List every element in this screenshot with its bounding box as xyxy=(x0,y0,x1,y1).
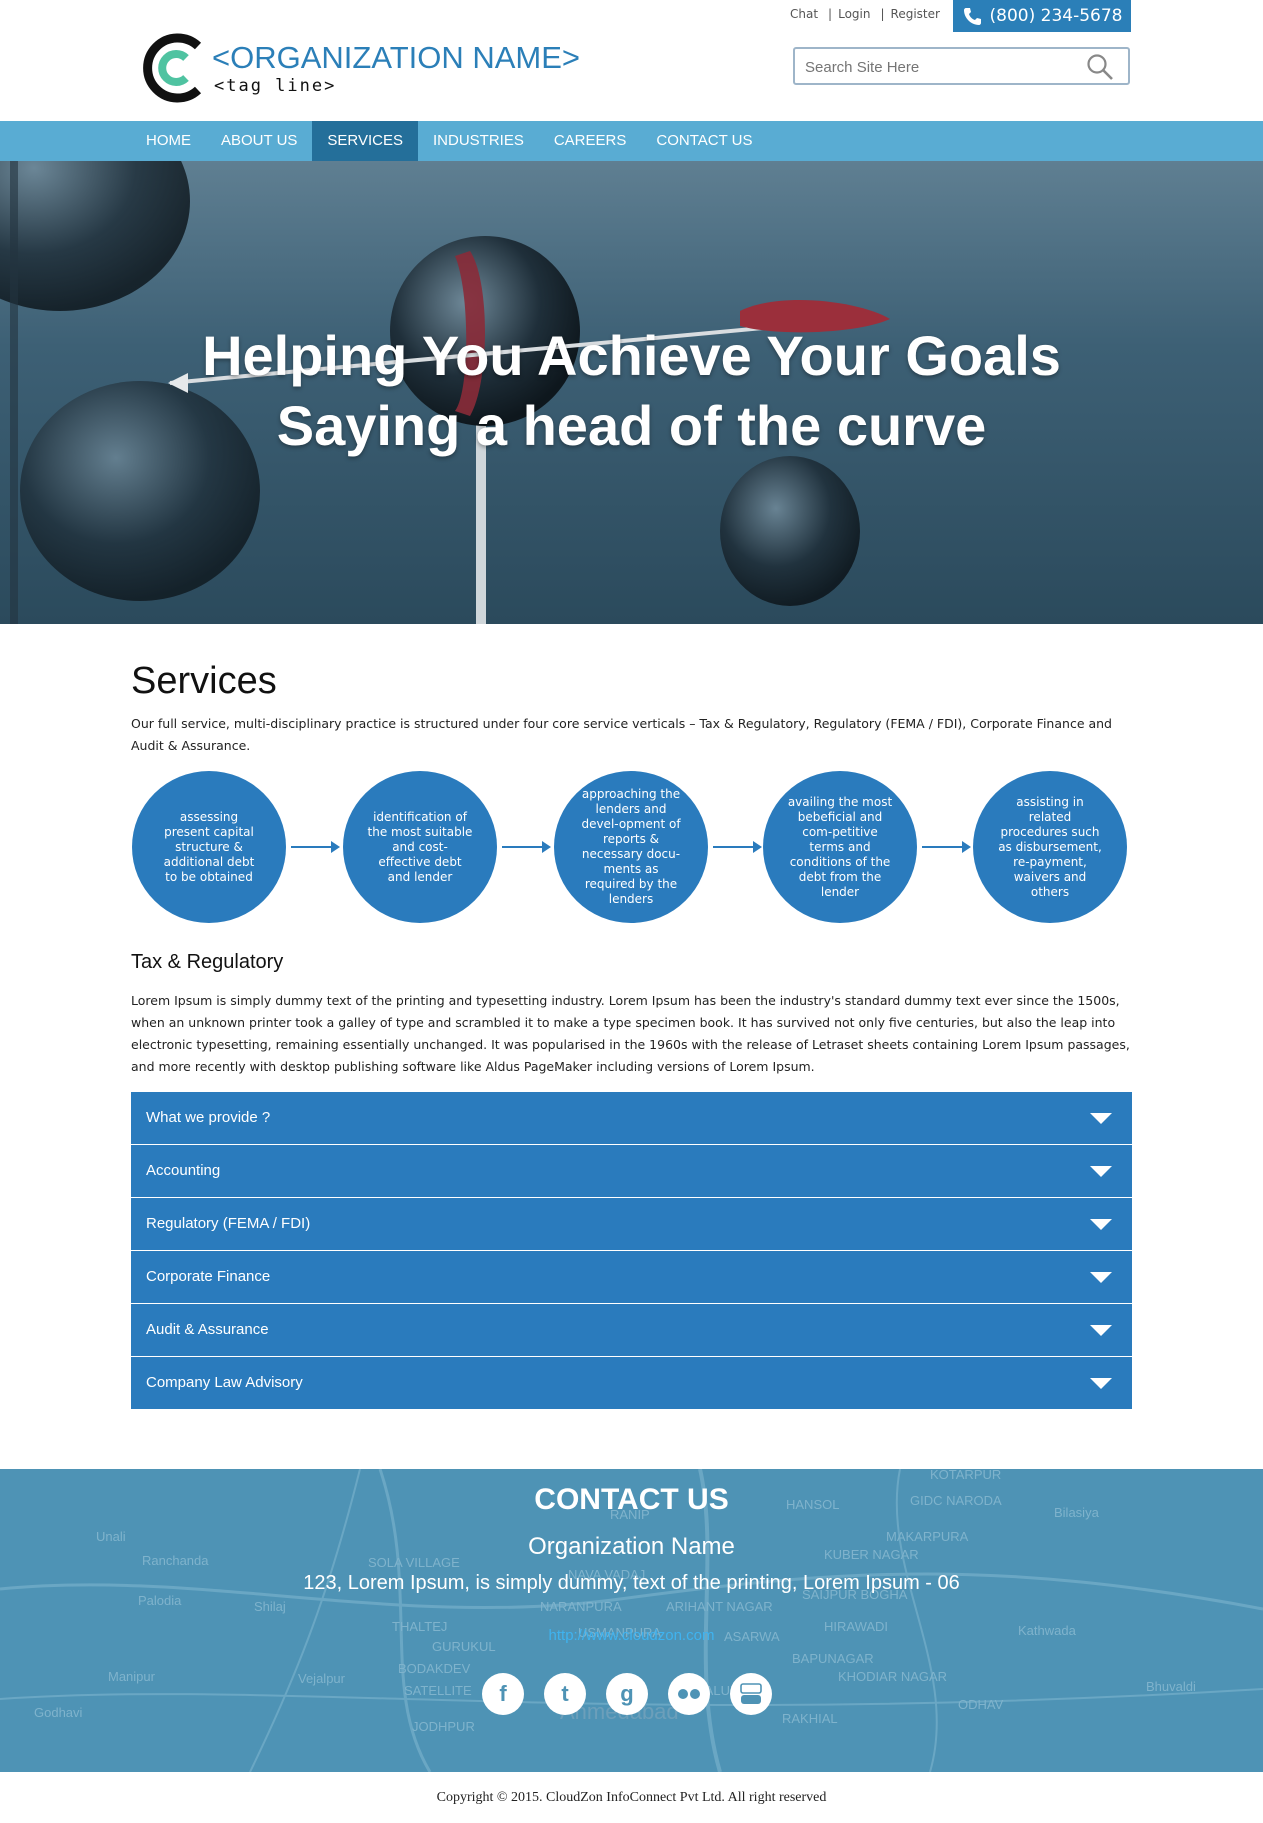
services-intro: Our full service, multi-disciplinary pra… xyxy=(131,716,1112,753)
phone-icon xyxy=(963,8,981,25)
map-label: ODHAV xyxy=(958,1697,1004,1712)
chevron-down-icon[interactable] xyxy=(1090,1378,1112,1389)
chevron-down-icon[interactable] xyxy=(1090,1272,1112,1283)
arrow-icon xyxy=(922,841,971,853)
hero-banner: Helping You Achieve Your Goals Saying a … xyxy=(0,161,1263,624)
tax-regulatory-text: Lorem Ipsum is simply dummy text of the … xyxy=(131,993,1130,1074)
organization-name[interactable]: <ORGANIZATION NAME> xyxy=(212,40,580,76)
accordion-label: What we provide ? xyxy=(146,1109,271,1126)
register-link[interactable]: Register xyxy=(891,7,940,21)
contact-section: Unali Ranchanda Palodia Shilaj Manipur V… xyxy=(0,1469,1263,1772)
accordion-item-what-we-provide[interactable]: What we provide ? xyxy=(131,1092,1132,1145)
flickr-dots xyxy=(678,1689,700,1699)
logo-icon[interactable] xyxy=(140,32,210,104)
step-circle-3: approaching the lenders and devel-opment… xyxy=(554,771,708,923)
map-label: BODAKDEV xyxy=(398,1661,471,1676)
chat-link[interactable]: Chat xyxy=(790,7,818,21)
footer-copyright: Copyright © 2015. CloudZon InfoConnect P… xyxy=(0,1772,1263,1823)
map-label: Palodia xyxy=(138,1593,182,1608)
map-label: NARANPURA xyxy=(540,1599,622,1614)
services-accordion: What we provide ? Accounting Regulatory … xyxy=(131,1092,1132,1410)
youtube-icon[interactable] xyxy=(730,1673,772,1715)
login-link[interactable]: Login xyxy=(838,7,870,21)
map-label: Bhuvaldi xyxy=(1146,1679,1196,1694)
nav-services[interactable]: SERVICES xyxy=(312,121,418,161)
arrow-icon xyxy=(291,841,340,853)
search-input[interactable] xyxy=(803,55,1077,79)
nav-careers[interactable]: CAREERS xyxy=(539,121,642,161)
divider: | xyxy=(880,7,885,21)
google-icon[interactable]: g xyxy=(606,1673,648,1715)
youtube-glyph xyxy=(740,1683,762,1704)
chevron-down-icon[interactable] xyxy=(1090,1166,1112,1177)
search-box xyxy=(793,47,1130,85)
social-links: f t g xyxy=(482,1673,772,1715)
contact-organization: Organization Name xyxy=(528,1533,735,1560)
map-label: Vejalpur xyxy=(298,1671,346,1686)
chevron-down-icon[interactable] xyxy=(1090,1219,1112,1230)
search-icon[interactable] xyxy=(1086,53,1114,81)
chevron-down-icon[interactable] xyxy=(1090,1325,1112,1336)
map-label: Godhavi xyxy=(34,1705,83,1720)
nav-home[interactable]: HOME xyxy=(131,121,206,161)
accordion-item-audit-assurance[interactable]: Audit & Assurance xyxy=(131,1304,1132,1357)
facebook-icon[interactable]: f xyxy=(482,1673,524,1715)
hero-headline: Helping You Achieve Your Goals Saying a … xyxy=(0,321,1263,461)
accordion-label: Corporate Finance xyxy=(146,1268,271,1285)
step-circle-5: assisting in related procedures such as … xyxy=(973,771,1127,923)
accordion-label: Accounting xyxy=(146,1162,221,1179)
accordion-label: Regulatory (FEMA / FDI) xyxy=(146,1215,311,1232)
nav-contact-us[interactable]: CONTACT US xyxy=(641,121,767,161)
accordion-item-regulatory[interactable]: Regulatory (FEMA / FDI) xyxy=(131,1198,1132,1251)
map-label: Manipur xyxy=(108,1669,156,1684)
map-label: BAPUNAGAR xyxy=(792,1651,874,1666)
step-circle-2: identification of the most suitable and … xyxy=(343,771,497,923)
contact-title: CONTACT US xyxy=(534,1483,729,1516)
website-link[interactable]: http://www.cloudzon.com xyxy=(0,1627,1263,1644)
accordion-item-company-law[interactable]: Company Law Advisory xyxy=(131,1357,1132,1410)
divider: | xyxy=(828,7,833,21)
chevron-down-icon[interactable] xyxy=(1090,1113,1112,1124)
map-label: JODHPUR xyxy=(412,1719,475,1734)
services-title: Services xyxy=(131,660,277,702)
map-label: RAKHIAL xyxy=(782,1711,838,1726)
twitter-icon[interactable]: t xyxy=(544,1673,586,1715)
main-navigation: HOME ABOUT US SERVICES INDUSTRIES CAREER… xyxy=(0,121,1263,161)
arrow-icon xyxy=(713,841,762,853)
nav-industries[interactable]: INDUSTRIES xyxy=(418,121,539,161)
accordion-item-accounting[interactable]: Accounting xyxy=(131,1145,1132,1198)
accordion-label: Company Law Advisory xyxy=(146,1374,303,1391)
tax-regulatory-heading: Tax & Regulatory xyxy=(131,951,284,973)
flickr-icon[interactable] xyxy=(668,1673,710,1715)
phone-number: (800) 234-5678 xyxy=(989,6,1123,26)
tagline: <tag line> xyxy=(214,76,337,96)
accordion-label: Audit & Assurance xyxy=(146,1321,269,1338)
map-label: SATELLITE xyxy=(404,1683,472,1698)
accordion-item-corporate-finance[interactable]: Corporate Finance xyxy=(131,1251,1132,1304)
step-circle-4: availing the most bebeficial and com-pet… xyxy=(763,771,917,923)
hero-line-2: Saying a head of the curve xyxy=(276,394,987,457)
map-label: ARIHANT NAGAR xyxy=(666,1599,773,1614)
arrow-icon xyxy=(502,841,551,853)
phone-number-box[interactable]: (800) 234-5678 xyxy=(953,0,1131,32)
services-section: Services Our full service, multi-discipl… xyxy=(131,660,1132,1410)
nav-about-us[interactable]: ABOUT US xyxy=(206,121,312,161)
step-circle-1: assessing present capital structure & ad… xyxy=(132,771,286,923)
hero-line-1: Helping You Achieve Your Goals xyxy=(202,324,1061,387)
contact-address: 123, Lorem Ipsum, is simply dummy, text … xyxy=(303,1572,960,1594)
site-header: <ORGANIZATION NAME> <tag line> Chat | Logi… xyxy=(0,0,1263,121)
top-links: Chat | Login | Register xyxy=(790,7,944,21)
map-label: KHODIAR NAGAR xyxy=(838,1669,947,1684)
map-label: KOTARPUR xyxy=(930,1469,1001,1482)
process-steps: assessing present capital structure & ad… xyxy=(131,771,1132,931)
map-label: Shilaj xyxy=(254,1599,286,1614)
